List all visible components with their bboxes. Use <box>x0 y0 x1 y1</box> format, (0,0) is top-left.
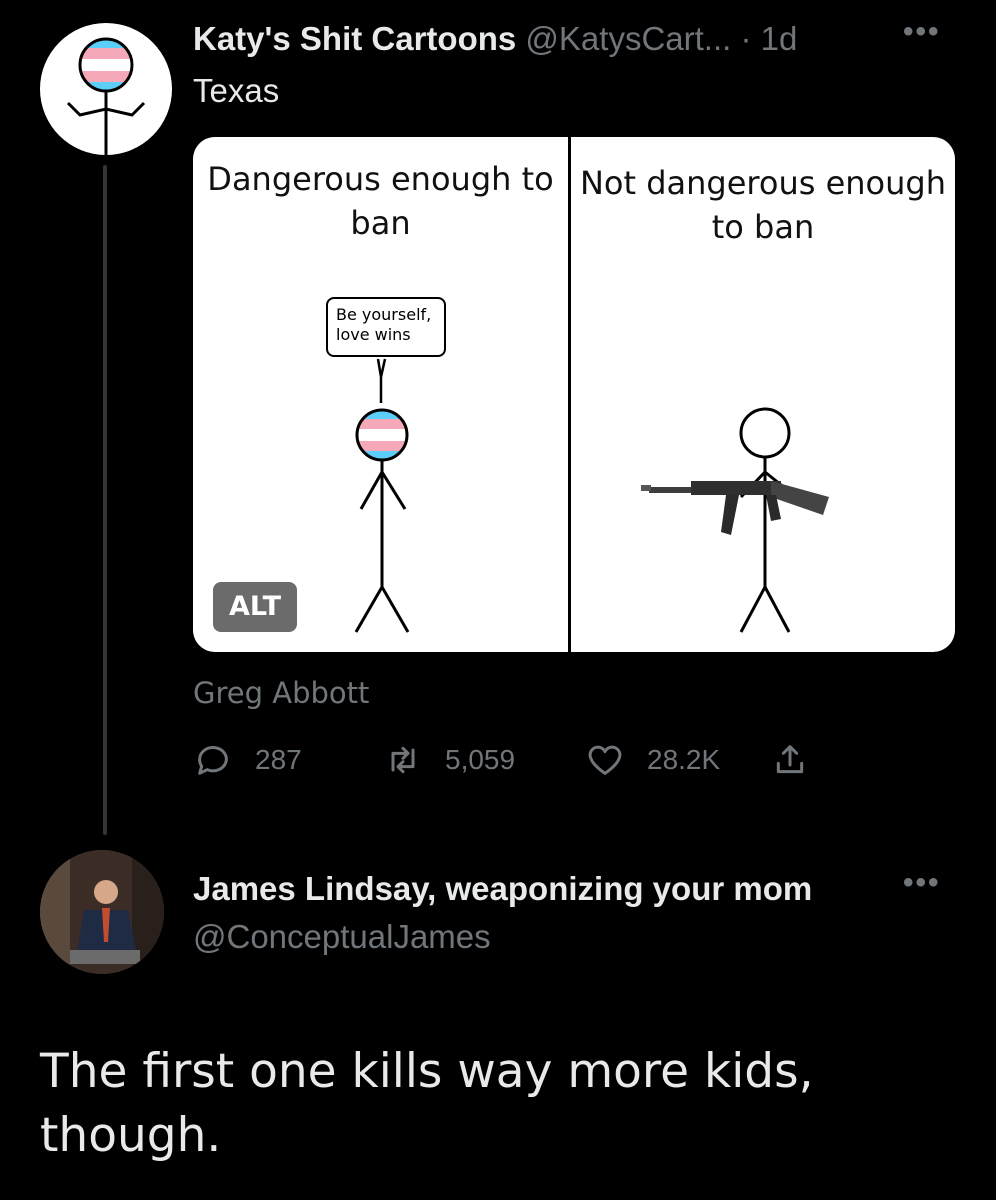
reply-button[interactable]: 287 <box>193 740 302 780</box>
avatar[interactable] <box>40 23 172 155</box>
stick-figure-right <box>641 407 829 633</box>
more-options-icon[interactable]: ••• <box>903 866 941 900</box>
author-name[interactable]: Katy's Shit Cartoons <box>193 20 516 57</box>
avatar-stick-figure-icon <box>66 37 146 155</box>
alt-text-badge[interactable]: ALT <box>213 582 297 632</box>
tweet-time[interactable]: · 1d <box>740 20 797 57</box>
reply-icon <box>198 746 228 775</box>
author-handle[interactable]: @ConceptualJames <box>193 918 491 956</box>
author-name[interactable]: James Lindsay, weaponizing your mom <box>193 870 812 908</box>
image-credit: Greg Abbott <box>193 676 370 710</box>
stick-figure-left <box>354 358 410 633</box>
heart-icon <box>588 745 622 775</box>
share-icon <box>776 745 804 774</box>
retweet-button[interactable]: 5,059 <box>383 740 515 780</box>
tweet-text: The first one kills way more kids, thoug… <box>40 1044 814 1163</box>
avatar-photo-icon <box>40 850 164 974</box>
tweet-header: Katy's Shit Cartoons @KatysCart... · 1d <box>193 20 797 58</box>
more-options-icon[interactable]: ••• <box>903 15 941 49</box>
like-count: 28.2K <box>647 744 721 775</box>
retweet-count: 5,059 <box>445 744 516 775</box>
author-handle[interactable]: @KatysCart... <box>525 20 731 57</box>
avatar[interactable] <box>40 850 164 974</box>
reply-count: 287 <box>255 744 302 775</box>
like-button[interactable]: 28.2K <box>585 740 720 780</box>
retweet-icon <box>391 746 415 774</box>
rifle-icon <box>641 481 829 535</box>
thread-line <box>103 165 107 835</box>
tweet-image[interactable]: Dangerous enough to ban Not dangerous en… <box>193 137 955 652</box>
tweet-text: Texas <box>193 72 280 109</box>
share-button[interactable] <box>770 740 832 780</box>
